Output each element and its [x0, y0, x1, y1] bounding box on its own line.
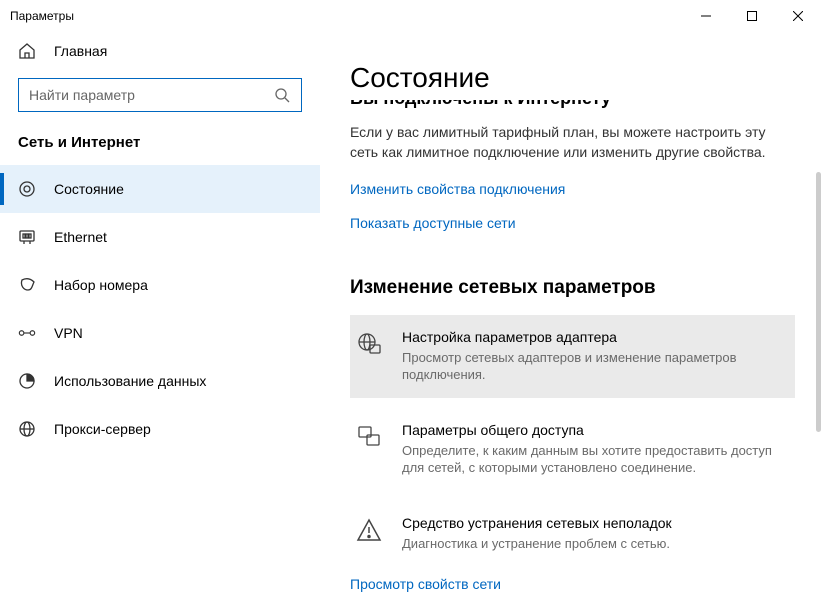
- titlebar: Параметры: [0, 0, 821, 32]
- dialup-icon: [18, 276, 36, 294]
- sidebar-item-vpn[interactable]: VPN: [0, 309, 320, 357]
- sidebar-item-data[interactable]: Использование данных: [0, 357, 320, 405]
- option-desc: Просмотр сетевых адаптеров и изменение п…: [402, 349, 787, 384]
- search-input-wrapper[interactable]: [18, 78, 302, 112]
- sidebar-item-dialup[interactable]: Набор номера: [0, 261, 320, 309]
- sidebar-nav: Состояние Ethernet Набор номера VPN Использо…: [0, 165, 320, 453]
- sidebar-item-label: Использование данных: [54, 373, 206, 389]
- clipped-heading: Вы подключены к Интернету: [350, 100, 795, 114]
- sidebar-item-label: Набор номера: [54, 277, 148, 293]
- troubleshoot-icon: [356, 515, 384, 553]
- home-label: Главная: [54, 43, 107, 59]
- scrollbar-thumb[interactable]: [816, 172, 821, 432]
- search-input[interactable]: [29, 87, 273, 103]
- sidebar-item-label: Состояние: [54, 181, 124, 197]
- sidebar-item-label: Ethernet: [54, 229, 107, 245]
- home-icon: [18, 42, 36, 60]
- show-networks-link[interactable]: Показать доступные сети: [350, 215, 516, 231]
- option-desc: Определите, к каким данным вы хотите пре…: [402, 442, 787, 477]
- maximize-button[interactable]: [729, 0, 775, 32]
- section-heading: Изменение сетевых параметров: [350, 277, 795, 299]
- window-title: Параметры: [10, 9, 74, 23]
- intro-text: Если у вас лимитный тарифный план, вы мо…: [350, 122, 795, 163]
- home-button[interactable]: Главная: [0, 32, 320, 70]
- network-properties-link[interactable]: Просмотр свойств сети: [350, 576, 795, 592]
- option-desc: Диагностика и устранение проблем с сетью…: [402, 535, 672, 553]
- sidebar-category: Сеть и Интернет: [0, 134, 320, 165]
- search-icon: [273, 86, 291, 104]
- status-icon: [18, 180, 36, 198]
- option-title: Средство устранения сетевых неполадок: [402, 515, 672, 531]
- sidebar-item-proxy[interactable]: Прокси-сервер: [0, 405, 320, 453]
- adapter-icon: [356, 329, 384, 384]
- page-title: Состояние: [350, 62, 795, 94]
- main-content: Состояние Вы подключены к Интернету Если…: [320, 32, 821, 606]
- option-title: Настройка параметров адаптера: [402, 329, 787, 345]
- change-connection-link[interactable]: Изменить свойства подключения: [350, 181, 565, 197]
- sidebar-item-label: VPN: [54, 325, 83, 341]
- close-button[interactable]: [775, 0, 821, 32]
- sidebar-item-ethernet[interactable]: Ethernet: [0, 213, 320, 261]
- sidebar: Главная Сеть и Интернет Состояние Etherne…: [0, 32, 320, 606]
- sidebar-item-status[interactable]: Состояние: [0, 165, 320, 213]
- option-title: Параметры общего доступа: [402, 422, 787, 438]
- minimize-button[interactable]: [683, 0, 729, 32]
- ethernet-icon: [18, 228, 36, 246]
- proxy-icon: [18, 420, 36, 438]
- sharing-icon: [356, 422, 384, 477]
- data-icon: [18, 372, 36, 390]
- option-troubleshoot[interactable]: Средство устранения сетевых неполадок Диа…: [350, 501, 795, 567]
- option-adapter[interactable]: Настройка параметров адаптера Просмотр се…: [350, 315, 795, 398]
- sidebar-item-label: Прокси-сервер: [54, 421, 151, 437]
- option-sharing[interactable]: Параметры общего доступа Определите, к ка…: [350, 408, 795, 491]
- vpn-icon: [18, 324, 36, 342]
